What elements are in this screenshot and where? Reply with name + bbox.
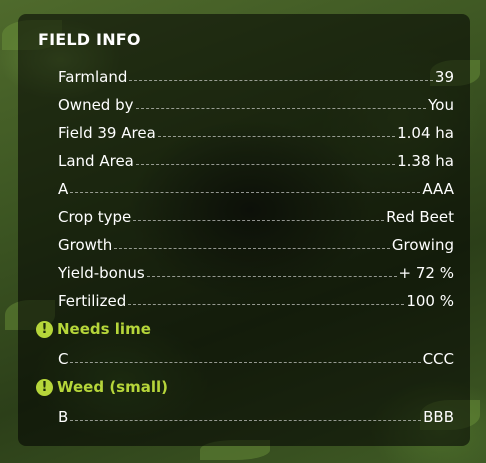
row-label: Land Area: [58, 152, 134, 170]
info-row-b: B BBB: [58, 402, 454, 426]
row-value: Growing: [391, 236, 454, 254]
info-row-a: A AAA: [58, 174, 454, 198]
row-label: Crop type: [58, 208, 132, 226]
row-value: Red Beet: [386, 208, 454, 226]
row-label: A: [58, 180, 69, 198]
leader-dots: [133, 219, 385, 221]
warning-needs-lime: ! Needs lime: [36, 318, 151, 340]
row-label: Owned by: [58, 96, 134, 114]
leader-dots: [129, 79, 433, 81]
row-label: Field 39 Area: [58, 124, 156, 142]
info-row-owner: Owned by You: [58, 90, 454, 114]
row-label: Yield-bonus: [58, 264, 145, 282]
leader-dots: [114, 247, 390, 249]
row-label: Fertilized: [58, 292, 127, 310]
leader-dots: [128, 303, 405, 305]
row-value: 1.38 ha: [397, 152, 454, 170]
leader-dots: [146, 275, 397, 277]
row-label: C: [58, 350, 69, 368]
leader-dots: [135, 107, 427, 109]
info-row-field-area: Field 39 Area 1.04 ha: [58, 118, 454, 142]
field-info-panel: FIELD INFO Farmland 39 Owned by You Fiel…: [18, 14, 470, 446]
exclamation-icon: !: [36, 320, 53, 338]
row-value: 39: [434, 68, 454, 86]
leader-dots: [70, 419, 422, 421]
exclamation-icon: !: [36, 378, 53, 396]
info-row-yield-bonus: Yield-bonus + 72 %: [58, 258, 454, 282]
panel-title: FIELD INFO: [38, 30, 141, 49]
leader-dots: [70, 191, 421, 193]
info-row-fertilized: Fertilized 100 %: [58, 286, 454, 310]
row-value: You: [428, 96, 454, 114]
leader-dots: [70, 361, 421, 363]
warning-text: Needs lime: [57, 320, 151, 338]
warning-weed-small: ! Weed (small): [36, 376, 168, 398]
warning-text: Weed (small): [57, 378, 168, 396]
leader-dots: [135, 163, 396, 165]
leader-dots: [157, 135, 396, 137]
row-value: CCC: [422, 350, 454, 368]
row-value: + 72 %: [398, 264, 454, 282]
row-label: Farmland: [58, 68, 128, 86]
info-row-c: C CCC: [58, 344, 454, 368]
info-row-growth: Growth Growing: [58, 230, 454, 254]
info-row-farmland: Farmland 39: [58, 62, 454, 86]
info-row-land-area: Land Area 1.38 ha: [58, 146, 454, 170]
row-value: AAA: [422, 180, 454, 198]
row-label: B: [58, 408, 69, 426]
row-value: 100 %: [406, 292, 454, 310]
info-row-crop-type: Crop type Red Beet: [58, 202, 454, 226]
row-label: Growth: [58, 236, 113, 254]
row-value: 1.04 ha: [397, 124, 454, 142]
row-value: BBB: [423, 408, 454, 426]
